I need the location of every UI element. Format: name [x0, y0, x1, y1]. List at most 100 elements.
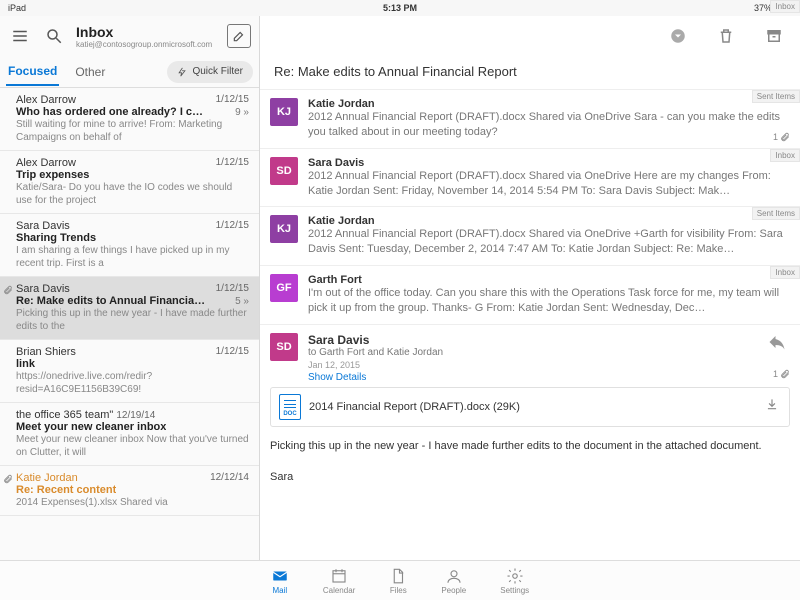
message-count: 5 » [235, 296, 249, 307]
compose-button[interactable] [227, 24, 251, 48]
folder-tag: Inbox [770, 149, 800, 162]
message-preview: Still waiting for mine to arrive! From: … [16, 118, 249, 144]
message-item[interactable]: Brian Shiers 1/12/15 linkhttps://onedrive.… [0, 340, 259, 403]
message-list[interactable]: Alex Darrow 1/12/15 Who has ordered one al… [0, 88, 259, 560]
folder-tag: Sent Items [752, 207, 800, 220]
message-sender: the office 365 team" 12/19/14 [16, 409, 155, 421]
reply-icon[interactable] [768, 333, 786, 356]
message-subject: Sharing Trends [16, 232, 96, 244]
tab-other[interactable]: Other [73, 59, 107, 85]
flag-dropdown-icon[interactable] [666, 24, 690, 48]
archive-icon[interactable] [762, 24, 786, 48]
quick-filter-button[interactable]: Quick Filter [167, 61, 253, 83]
lightning-icon [177, 67, 187, 77]
thread-item[interactable]: GF Garth FortI'm out of the office today.… [260, 266, 800, 325]
thread-sender: Sara Davis [308, 157, 790, 169]
message-sender: Sara Davis [16, 283, 70, 295]
message-preview: I am sharing a few things I have picked … [16, 244, 249, 270]
message-date: 1/12/15 [216, 94, 249, 106]
message-preview: Katie/Sara- Do you have the IO codes we … [16, 181, 249, 207]
nav-people[interactable]: People [441, 567, 466, 595]
message-subject: Trip expenses [16, 169, 89, 181]
thread-item[interactable]: KJ Katie Jordan2012 Annual Financial Repo… [260, 207, 800, 266]
search-icon[interactable] [42, 24, 66, 48]
message-sender: Alex Darrow [16, 157, 76, 169]
message-item[interactable]: Alex Darrow 1/12/15 Trip expensesKatie/Sar… [0, 151, 259, 214]
clock: 5:13 PM [383, 3, 417, 13]
thread-sender: Sara Davis [308, 333, 790, 347]
thread-sender: Katie Jordan [308, 215, 790, 227]
message-preview: https://onedrive.live.com/redir?resid=A1… [16, 370, 249, 396]
thread-date: Jan 12, 2015 [308, 360, 790, 370]
attachment-icon [3, 285, 13, 297]
message-subject: Re: Recent content [16, 484, 116, 496]
avatar: KJ [270, 98, 298, 126]
sidebar: Inbox katiej@contosogroup.onmicrosoft.co… [0, 16, 260, 560]
message-date: 12/19/14 [116, 410, 155, 421]
menu-icon[interactable] [8, 24, 32, 48]
avatar: SD [270, 333, 298, 361]
attachment-icon [3, 474, 13, 486]
nav-calendar[interactable]: Calendar [323, 567, 355, 595]
message-sender: Katie Jordan [16, 472, 78, 484]
avatar: SD [270, 157, 298, 185]
thread-preview: I'm out of the office today. Can you sha… [308, 286, 790, 316]
message-body: Picking this up in the new year - I have… [270, 435, 790, 495]
message-subject: link [16, 358, 35, 370]
download-icon[interactable] [765, 397, 779, 416]
message-date: 1/12/15 [216, 220, 249, 232]
message-subject: Meet your new cleaner inbox [16, 421, 166, 433]
message-item[interactable]: Katie Jordan 12/12/14 Re: Recent content20… [0, 466, 259, 516]
thread-preview: 2012 Annual Financial Report (DRAFT).doc… [308, 169, 790, 199]
reading-pane: Re: Make edits to Annual Financial Repor… [260, 16, 800, 560]
nav-files[interactable]: Files [389, 567, 407, 595]
attachment-row[interactable]: DOC 2014 Financial Report (DRAFT).docx (2… [270, 387, 790, 427]
thread-sender: Garth Fort [308, 274, 790, 286]
nav-mail[interactable]: Mail [271, 567, 289, 595]
battery-percent: 37% [754, 3, 772, 13]
conversation-subject: Re: Make edits to Annual Financial Repor… [260, 56, 800, 90]
message-item[interactable]: the office 365 team" 12/19/14Meet your n… [0, 403, 259, 466]
thread-recipients: to Garth Fort and Katie Jordan [308, 347, 790, 358]
show-details-link[interactable]: Show Details [308, 372, 790, 383]
status-bar: iPad 5:13 PM 37% [0, 0, 800, 16]
thread-preview: 2012 Annual Financial Report (DRAFT).doc… [308, 227, 790, 257]
attachment-name: 2014 Financial Report (DRAFT).docx (29K) [309, 401, 520, 413]
thread-item[interactable]: KJ Katie Jordan2012 Annual Financial Repo… [260, 90, 800, 149]
message-sender: Sara Davis [16, 220, 70, 232]
folder-title: Inbox [76, 24, 217, 40]
thread-preview: 2012 Annual Financial Report (DRAFT).doc… [308, 110, 790, 140]
bottom-nav: Mail Calendar Files People Settings [0, 560, 800, 600]
doc-icon: DOC [279, 394, 301, 420]
message-item[interactable]: Alex Darrow 1/12/15 Who has ordered one al… [0, 88, 259, 151]
message-item[interactable]: Sara Davis 1/12/15 Re: Make edits to Annua… [0, 277, 259, 340]
account-email: katiej@contosogroup.onmicrosoft.com [76, 40, 217, 49]
thread-sender: Katie Jordan [308, 98, 790, 110]
delete-icon[interactable] [714, 24, 738, 48]
message-preview: Picking this up in the new year - I have… [16, 307, 249, 333]
thread-item[interactable]: SD Sara Davis2012 Annual Financial Report… [260, 149, 800, 208]
quick-filter-label: Quick Filter [192, 66, 243, 77]
message-date: 1/12/15 [216, 346, 249, 358]
message-date: 12/12/14 [210, 472, 249, 484]
avatar: KJ [270, 215, 298, 243]
device-label: iPad [8, 3, 26, 13]
folder-tag: Inbox [770, 266, 800, 279]
message-sender: Alex Darrow [16, 94, 76, 106]
thread[interactable]: KJKatie Jordan2012 Annual Financial Repo… [260, 90, 800, 560]
nav-settings[interactable]: Settings [500, 567, 529, 595]
message-item[interactable]: Sara Davis 1/12/15 Sharing TrendsI am shar… [0, 214, 259, 277]
message-date: 1/12/15 [216, 283, 249, 295]
folder-tag: Sent Items [752, 90, 800, 103]
message-subject: Re: Make edits to Annual Financial… [16, 295, 206, 307]
message-sender: Brian Shiers [16, 346, 76, 358]
message-count: 9 » [235, 107, 249, 118]
message-date: 1/12/15 [216, 157, 249, 169]
message-subject: Who has ordered one already? I ca… [16, 106, 206, 118]
thread-item-expanded: InboxSDSara Davisto Garth Fort and Katie… [260, 325, 800, 503]
attachment-indicator: 1 [773, 132, 790, 142]
message-preview: Meet your new cleaner inbox Now that you… [16, 433, 249, 459]
avatar: GF [270, 274, 298, 302]
message-preview: 2014 Expenses(1).xlsx Shared via [16, 496, 249, 509]
tab-focused[interactable]: Focused [6, 58, 59, 86]
